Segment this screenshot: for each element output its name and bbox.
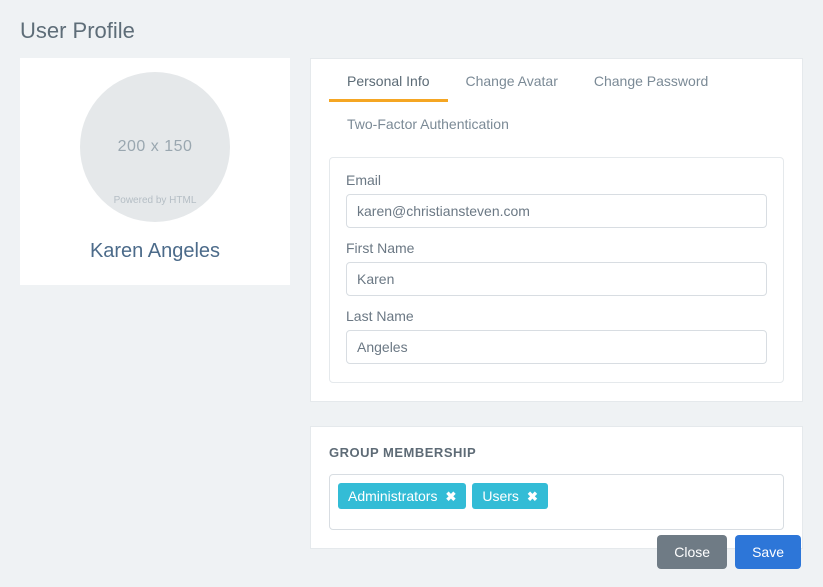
first-name-label: First Name bbox=[346, 240, 767, 256]
avatar-powered-text: Powered by HTML bbox=[114, 195, 197, 206]
avatar-placeholder: 200 x 150 Powered by HTML bbox=[80, 72, 230, 222]
group-membership-tagbox[interactable]: Administrators ✖ Users ✖ bbox=[329, 474, 784, 530]
email-input[interactable] bbox=[346, 194, 767, 228]
group-membership-title: GROUP MEMBERSHIP bbox=[329, 445, 784, 460]
save-button[interactable]: Save bbox=[735, 535, 801, 569]
footer-buttons: Close Save bbox=[657, 535, 801, 569]
user-profile-modal: User Profile 200 x 150 Powered by HTML K… bbox=[0, 0, 823, 587]
tab-change-password[interactable]: Change Password bbox=[576, 59, 726, 102]
first-name-input[interactable] bbox=[346, 262, 767, 296]
user-name: Karen Angeles bbox=[34, 240, 276, 263]
tab-personal-info[interactable]: Personal Info bbox=[329, 59, 448, 102]
tabs: Personal Info Change Avatar Change Passw… bbox=[311, 59, 802, 145]
close-button[interactable]: Close bbox=[657, 535, 727, 569]
first-name-field-group: First Name bbox=[346, 240, 767, 296]
avatar-dimensions-text: 200 x 150 bbox=[118, 138, 193, 156]
page-title: User Profile bbox=[20, 18, 803, 44]
remove-tag-icon[interactable]: ✖ bbox=[443, 490, 458, 503]
email-label: Email bbox=[346, 172, 767, 188]
last-name-label: Last Name bbox=[346, 308, 767, 324]
email-field-group: Email bbox=[346, 172, 767, 228]
group-membership-panel: GROUP MEMBERSHIP Administrators ✖ Users … bbox=[310, 426, 803, 549]
last-name-field-group: Last Name bbox=[346, 308, 767, 364]
personal-info-form: Email First Name Last Name bbox=[329, 157, 784, 383]
tag-administrators: Administrators ✖ bbox=[338, 483, 466, 509]
tag-users: Users ✖ bbox=[472, 483, 547, 509]
columns: 200 x 150 Powered by HTML Karen Angeles … bbox=[20, 58, 803, 549]
tab-two-factor-auth[interactable]: Two-Factor Authentication bbox=[329, 102, 527, 145]
personal-info-panel: Personal Info Change Avatar Change Passw… bbox=[310, 58, 803, 402]
profile-card: 200 x 150 Powered by HTML Karen Angeles bbox=[20, 58, 290, 285]
right-column: Personal Info Change Avatar Change Passw… bbox=[310, 58, 803, 549]
remove-tag-icon[interactable]: ✖ bbox=[525, 490, 540, 503]
last-name-input[interactable] bbox=[346, 330, 767, 364]
tag-label: Administrators bbox=[348, 488, 437, 504]
tab-change-avatar[interactable]: Change Avatar bbox=[448, 59, 576, 102]
tag-label: Users bbox=[482, 488, 519, 504]
